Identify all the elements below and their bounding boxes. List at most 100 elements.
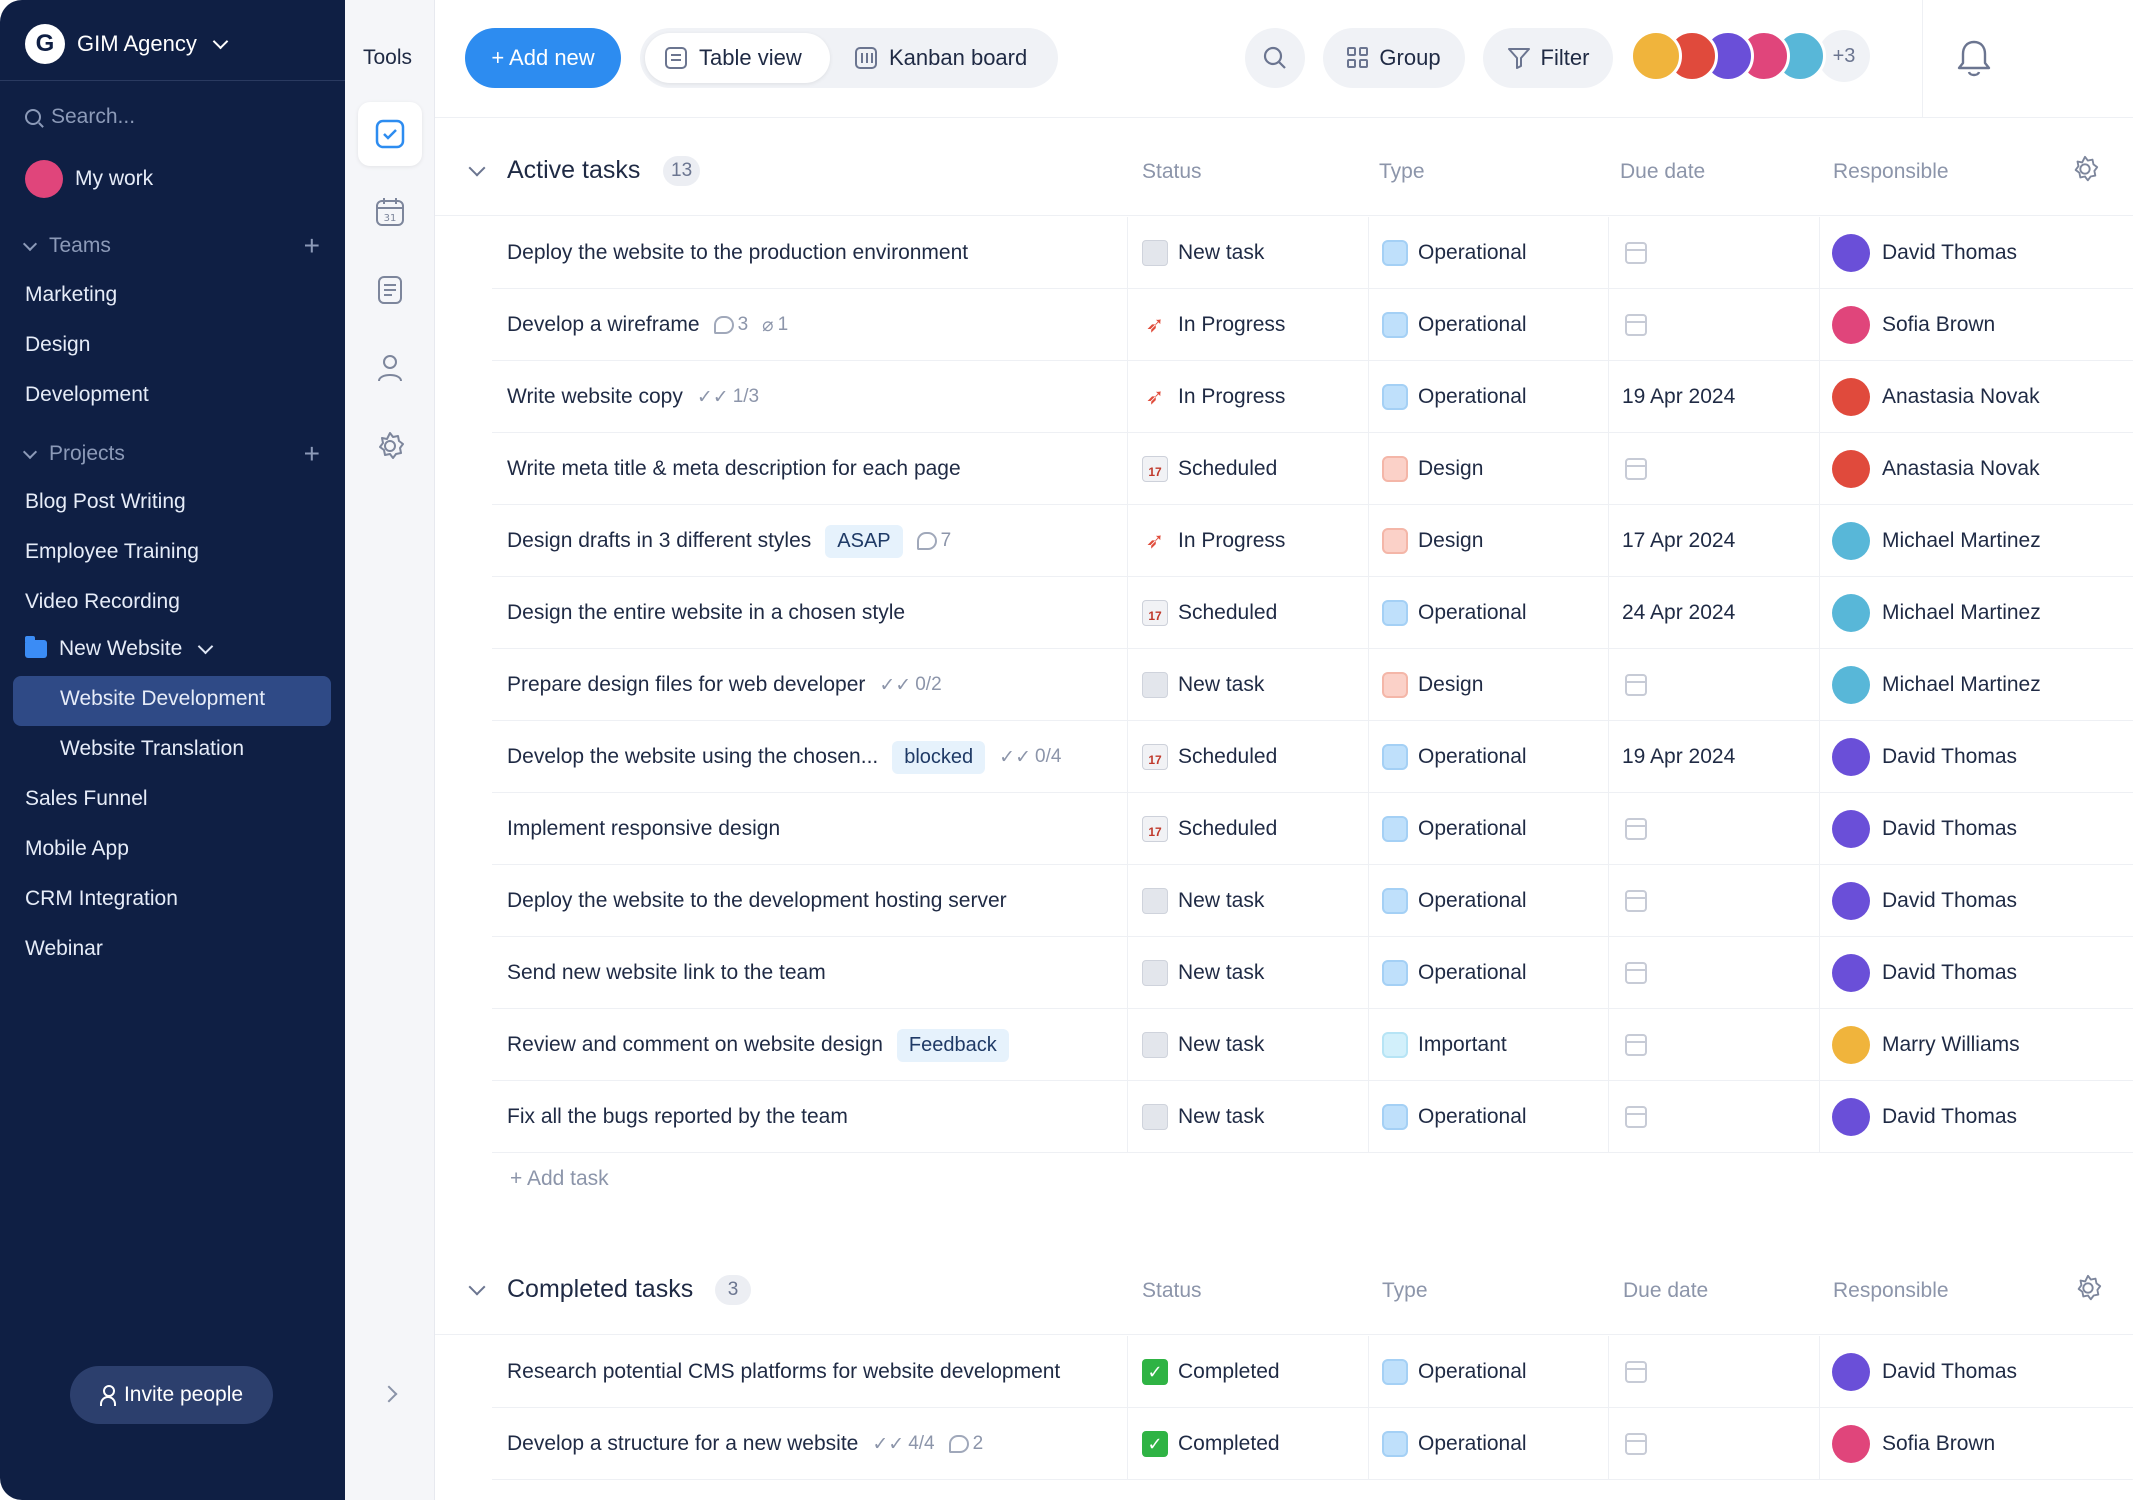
due-date-cell[interactable]: [1625, 1081, 1647, 1153]
add-new-button[interactable]: + Add new: [465, 28, 621, 88]
responsible-cell[interactable]: David Thomas: [1832, 1336, 2017, 1408]
due-date-cell[interactable]: [1625, 793, 1647, 865]
add-task-button[interactable]: + Add task: [510, 1167, 609, 1191]
column-header-type[interactable]: Type: [1379, 160, 1425, 184]
table-row[interactable]: Research potential CMS platforms for web…: [492, 1336, 2133, 1408]
tool-people[interactable]: [358, 336, 422, 400]
due-date-cell[interactable]: [1625, 289, 1647, 361]
task-name-cell[interactable]: Write website copy ✓✓ 1/3: [507, 361, 759, 433]
task-name-cell[interactable]: Send new website link to the team: [507, 937, 826, 1009]
status-cell[interactable]: ✓ Completed: [1142, 1336, 1280, 1408]
task-title[interactable]: Research potential CMS platforms for web…: [507, 1360, 1060, 1384]
group-button[interactable]: Group: [1323, 28, 1465, 88]
sidebar-item-website-development[interactable]: Website Development: [60, 687, 265, 711]
table-row[interactable]: Develop a structure for a new website ✓✓ 4…: [492, 1408, 2133, 1480]
table-row[interactable]: Prepare design files for web developer ✓✓…: [492, 649, 2133, 721]
sidebar-item-blog-post-writing[interactable]: Blog Post Writing: [25, 490, 186, 514]
task-name-cell[interactable]: Implement responsive design: [507, 793, 780, 865]
task-name-cell[interactable]: Deploy the website to the development ho…: [507, 865, 1007, 937]
sidebar-search[interactable]: Search...: [25, 105, 135, 129]
add-team-icon[interactable]: +: [304, 230, 320, 262]
responsible-cell[interactable]: Sofia Brown: [1832, 289, 1995, 361]
task-name-cell[interactable]: Design drafts in 3 different styles ASAP 7: [507, 505, 951, 577]
task-title[interactable]: Develop a structure for a new website: [507, 1432, 858, 1456]
sidebar-item-website-translation[interactable]: Website Translation: [60, 737, 244, 761]
comment-count[interactable]: 7: [916, 530, 951, 552]
task-name-cell[interactable]: Develop the website using the chosen... b…: [507, 721, 1061, 793]
column-header-responsible[interactable]: Responsible: [1833, 1279, 1949, 1303]
table-row[interactable]: Deploy the website to the production env…: [492, 217, 2133, 289]
due-date-cell[interactable]: 19 Apr 2024: [1622, 721, 1735, 793]
column-header-due-date[interactable]: Due date: [1623, 1279, 1708, 1303]
org-switcher[interactable]: G GIM Agency: [25, 22, 229, 66]
due-date-cell[interactable]: [1625, 433, 1647, 505]
status-cell[interactable]: 17 Scheduled: [1142, 577, 1277, 649]
table-row[interactable]: Develop a wireframe 3 ⌀ 1 ➶ In Progress Operat…: [492, 289, 2133, 361]
task-name-cell[interactable]: Design the entire website in a chosen st…: [507, 577, 905, 649]
type-cell[interactable]: Operational: [1382, 721, 1527, 793]
task-title[interactable]: Send new website link to the team: [507, 961, 826, 985]
responsible-cell[interactable]: David Thomas: [1832, 793, 2017, 865]
bell-icon[interactable]: [1955, 38, 1993, 80]
table-row[interactable]: Fix all the bugs reported by the team New…: [492, 1081, 2133, 1153]
due-date-cell[interactable]: [1625, 649, 1647, 721]
task-title[interactable]: Implement responsive design: [507, 817, 780, 841]
status-cell[interactable]: ➶ In Progress: [1142, 361, 1286, 433]
task-title[interactable]: Write meta title & meta description for …: [507, 457, 961, 481]
status-cell[interactable]: 17 Scheduled: [1142, 433, 1277, 505]
status-cell[interactable]: 17 Scheduled: [1142, 793, 1277, 865]
type-cell[interactable]: Operational: [1382, 1081, 1527, 1153]
type-cell[interactable]: Operational: [1382, 865, 1527, 937]
tab-kanban-board[interactable]: Kanban board: [835, 33, 1055, 83]
status-cell[interactable]: New task: [1142, 1081, 1264, 1153]
column-header-status[interactable]: Status: [1142, 1279, 1202, 1303]
sidebar-item-sales-funnel[interactable]: Sales Funnel: [25, 787, 148, 811]
due-date-cell[interactable]: [1625, 217, 1647, 289]
gear-icon[interactable]: [2070, 154, 2100, 184]
tab-table-view[interactable]: Table view: [645, 33, 830, 83]
status-cell[interactable]: New task: [1142, 649, 1264, 721]
tool-settings[interactable]: [358, 414, 422, 478]
sidebar-item-crm-integration[interactable]: CRM Integration: [25, 887, 178, 911]
column-header-due-date[interactable]: Due date: [1620, 160, 1705, 184]
type-cell[interactable]: Operational: [1382, 1336, 1527, 1408]
responsible-cell[interactable]: David Thomas: [1832, 865, 2017, 937]
due-date-cell[interactable]: [1625, 865, 1647, 937]
status-cell[interactable]: New task: [1142, 1009, 1264, 1081]
responsible-cell[interactable]: Anastasia Novak: [1832, 361, 2040, 433]
chevron-down-icon[interactable]: [468, 1278, 486, 1296]
type-cell[interactable]: Operational: [1382, 1408, 1527, 1480]
sidebar-item-employee-training[interactable]: Employee Training: [25, 540, 199, 564]
filter-button[interactable]: Filter: [1483, 28, 1613, 88]
teams-section-header[interactable]: Teams +: [22, 230, 320, 262]
responsible-cell[interactable]: Michael Martinez: [1832, 649, 2041, 721]
type-cell[interactable]: Design: [1382, 505, 1483, 577]
table-row[interactable]: Design drafts in 3 different styles ASAP 7…: [492, 505, 2133, 577]
table-row[interactable]: Write website copy ✓✓ 1/3 ➶ In Progress Opera…: [492, 361, 2133, 433]
task-name-cell[interactable]: Write meta title & meta description for …: [507, 433, 961, 505]
task-title[interactable]: Prepare design files for web developer: [507, 673, 865, 697]
type-cell[interactable]: Operational: [1382, 937, 1527, 1009]
chevron-down-icon[interactable]: [468, 159, 486, 177]
due-date-cell[interactable]: 17 Apr 2024: [1622, 505, 1735, 577]
task-name-cell[interactable]: Deploy the website to the production env…: [507, 217, 968, 289]
sidebar-folder-new-website[interactable]: New Website: [25, 636, 214, 661]
type-cell[interactable]: Operational: [1382, 217, 1527, 289]
task-title[interactable]: Develop the website using the chosen...: [507, 745, 878, 769]
task-title[interactable]: Deploy the website to the production env…: [507, 241, 968, 265]
responsible-cell[interactable]: David Thomas: [1832, 721, 2017, 793]
table-row[interactable]: Implement responsive design 17 Scheduled Op…: [492, 793, 2133, 865]
task-name-cell[interactable]: Review and comment on website design Feed…: [507, 1009, 1009, 1081]
responsible-cell[interactable]: Marry Williams: [1832, 1009, 2020, 1081]
task-title[interactable]: Develop a wireframe: [507, 313, 700, 337]
status-cell[interactable]: New task: [1142, 217, 1264, 289]
column-header-status[interactable]: Status: [1142, 160, 1202, 184]
task-name-cell[interactable]: Prepare design files for web developer ✓✓…: [507, 649, 942, 721]
sidebar-item-marketing[interactable]: Marketing: [25, 283, 117, 307]
task-title[interactable]: Write website copy: [507, 385, 683, 409]
task-title[interactable]: Deploy the website to the development ho…: [507, 889, 1007, 913]
tool-tasks[interactable]: [358, 102, 422, 166]
table-row[interactable]: Deploy the website to the development ho…: [492, 865, 2133, 937]
due-date-cell[interactable]: [1625, 1408, 1647, 1480]
responsible-cell[interactable]: Anastasia Novak: [1832, 433, 2040, 505]
